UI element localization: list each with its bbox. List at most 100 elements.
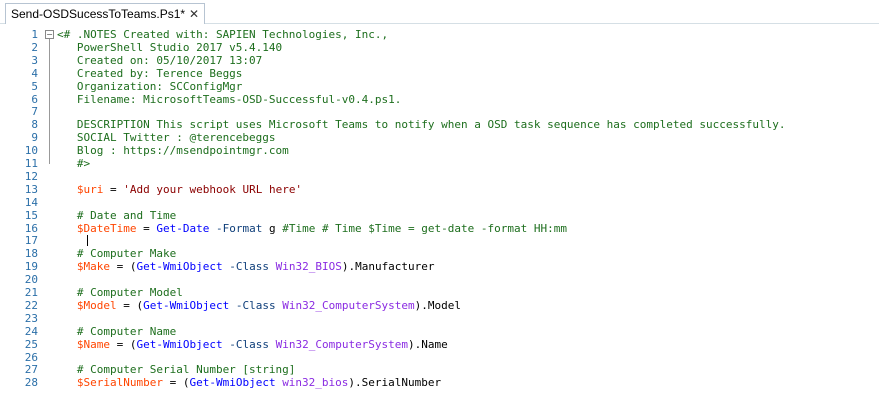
code-token: =: [136, 221, 157, 235]
fold-toggle-icon[interactable]: −: [45, 30, 54, 39]
code-token: -Format: [215, 221, 263, 235]
line-number: 8: [31, 118, 38, 132]
line-number: 12: [24, 169, 38, 183]
code-text: $Make = (Get-WmiObject -Class Win32_BIOS…: [57, 260, 435, 273]
code-text: # Computer Serial Number [string]: [57, 363, 296, 377]
code-line[interactable]: 26: [0, 351, 879, 364]
code-token: Get-Date: [156, 221, 210, 235]
fold-guide: [49, 39, 50, 164]
code-text: # Computer Make: [57, 247, 176, 260]
code-line[interactable]: 8 DESCRIPTION This script uses Microsoft…: [0, 118, 879, 131]
code-text: PowerShell Studio 2017 v5.4.140: [57, 41, 282, 54]
code-token: Blog : https://msendpointmgr.com: [57, 144, 289, 158]
line-number: 2: [31, 40, 38, 54]
line-number: 16: [24, 221, 38, 235]
tab-bar: Send-OSDSucessToTeams.Ps1* ✕: [0, 0, 879, 24]
code-line[interactable]: 11 #>: [0, 157, 879, 170]
code-line[interactable]: 23: [0, 312, 879, 325]
line-number: 13: [24, 182, 38, 196]
code-line[interactable]: 24 # Computer Name: [0, 325, 879, 338]
code-text: Filename: MicrosoftTeams-OSD-Successful-…: [57, 92, 402, 106]
line-number: 5: [31, 79, 38, 93]
code-line[interactable]: 17: [0, 234, 879, 247]
line-number: 7: [31, 105, 38, 119]
code-token: Get-WmiObject: [136, 260, 223, 274]
line-number: 28: [24, 376, 38, 390]
code-line[interactable]: 9 SOCIAL Twitter : @terencebeggs: [0, 131, 879, 144]
code-text: $SerialNumber = (Get-WmiObject win32_bio…: [57, 376, 441, 389]
line-number: 26: [24, 350, 38, 364]
code-token: # Computer Make: [57, 247, 177, 261]
code-line[interactable]: 20: [0, 273, 879, 286]
code-line[interactable]: 12: [0, 170, 879, 183]
code-token: -Class: [229, 260, 269, 274]
code-token: ).Manufacturer: [341, 260, 435, 274]
code-line[interactable]: 21 # Computer Model: [0, 286, 879, 299]
code-line[interactable]: 7: [0, 105, 879, 118]
code-token: -Class: [229, 337, 269, 351]
code-line[interactable]: 25 $Name = (Get-WmiObject -Class Win32_C…: [0, 338, 879, 351]
code-line[interactable]: 15 # Date and Time: [0, 209, 879, 222]
code-text: #>: [57, 157, 90, 170]
code-line[interactable]: 10 Blog : https://msendpointmgr.com: [0, 144, 879, 157]
code-token: # Date and Time: [57, 208, 177, 222]
code-line[interactable]: 16 $DateTime = Get-Date -Format g #Time …: [0, 222, 879, 235]
code-line[interactable]: 3 Created on: 05/10/2017 13:07: [0, 54, 879, 67]
code-text: $DateTime = Get-Date -Format g #Time # T…: [57, 222, 567, 235]
code-line[interactable]: 6 Filename: MicrosoftTeams-OSD-Successfu…: [0, 93, 879, 106]
code-editor[interactable]: 1− <# .NOTES Created with: SAPIEN Technol…: [0, 24, 879, 400]
text-caret: [87, 235, 88, 247]
line-number: 17: [24, 234, 38, 248]
line-number: 14: [24, 195, 38, 209]
line-number: 11: [24, 157, 38, 170]
code-line[interactable]: 14: [0, 196, 879, 209]
code-line[interactable]: 18 # Computer Make: [0, 247, 879, 260]
code-line[interactable]: 1− <# .NOTES Created with: SAPIEN Technol…: [0, 28, 879, 41]
code-line[interactable]: 13 $uri = 'Add your webhook URL here': [0, 183, 879, 196]
code-token: Win32_ComputerSystem: [275, 337, 409, 351]
code-token: $uri: [76, 182, 104, 196]
code-token: PowerShell Studio 2017 v5.4.140: [57, 40, 283, 54]
close-icon[interactable]: ✕: [186, 6, 202, 22]
line-number: 15: [24, 208, 38, 222]
code-line[interactable]: 22 $Model = (Get-WmiObject -Class Win32_…: [0, 299, 879, 312]
code-line[interactable]: 5 Organization: SCConfigMgr: [0, 80, 879, 93]
code-token: = (: [162, 376, 190, 390]
code-line[interactable]: 4 Created by: Terence Beggs: [0, 67, 879, 80]
line-number: 4: [31, 66, 38, 80]
code-text: SOCIAL Twitter : @terencebeggs: [57, 131, 276, 144]
code-line[interactable]: 2 PowerShell Studio 2017 v5.4.140: [0, 41, 879, 54]
code-token: Win32_ComputerSystem: [282, 298, 415, 312]
tab-send-osd-success[interactable]: Send-OSDSucessToTeams.Ps1* ✕: [5, 3, 205, 24]
code-token: Get-WmiObject: [143, 298, 230, 312]
code-token: ).Name: [408, 337, 448, 351]
code-line[interactable]: 27 # Computer Serial Number [string]: [0, 363, 879, 376]
code-token: win32_bios: [282, 376, 349, 390]
code-token: =: [103, 182, 124, 196]
code-token: Filename: MicrosoftTeams-OSD-Successful-…: [57, 92, 402, 106]
code-line[interactable]: 19 $Make = (Get-WmiObject -Class Win32_B…: [0, 260, 879, 273]
code-token: ).Model: [414, 298, 462, 312]
code-line[interactable]: 28 $SerialNumber = (Get-WmiObject win32_…: [0, 376, 879, 389]
code-token: $Model: [76, 298, 117, 312]
code-token: = (: [116, 298, 144, 312]
line-number: 22: [24, 298, 38, 312]
code-token: $Make: [76, 260, 110, 274]
line-number: 18: [24, 247, 38, 261]
line-number: 23: [24, 311, 38, 325]
code-token: # Computer Model: [57, 286, 183, 299]
code-token: Get-WmiObject: [136, 337, 223, 351]
code-text: Created by: Terence Beggs: [57, 67, 243, 80]
code-token: Organization: SCConfigMgr: [57, 79, 243, 93]
code-token: <# .NOTES Created with: SAPIEN Technolog…: [57, 28, 389, 41]
code-token: # Computer Serial Number [string]: [57, 363, 296, 377]
code-token: g: [262, 221, 283, 235]
code-token: # Computer Name: [57, 324, 177, 338]
